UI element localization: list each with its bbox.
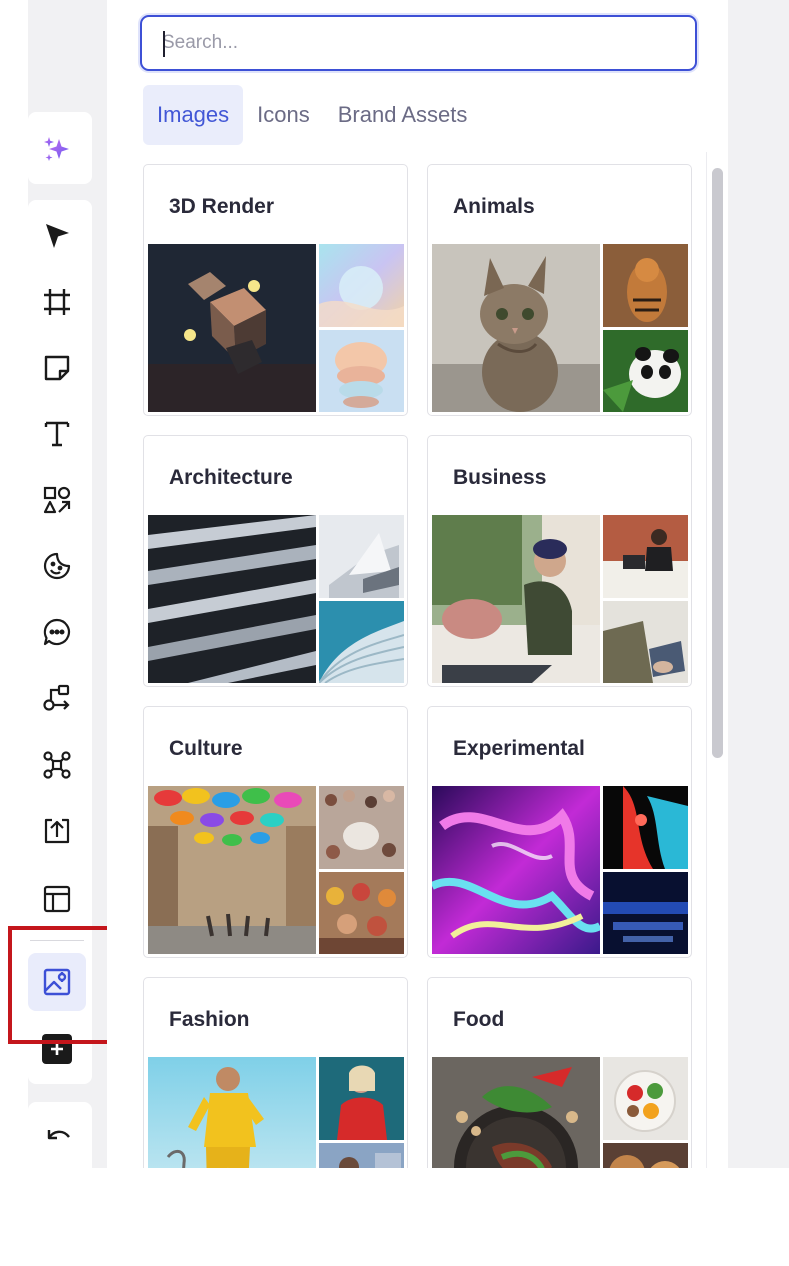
upload-tool-button[interactable]	[28, 802, 86, 860]
sticker-icon	[43, 552, 71, 580]
connector-tool-button[interactable]	[28, 669, 86, 727]
canvas-edge	[0, 0, 28, 1168]
category-title: Animals	[453, 195, 535, 218]
category-thumbnail-main	[148, 515, 316, 683]
add-icon	[42, 1034, 72, 1064]
category-card-culture[interactable]: Culture	[143, 706, 408, 958]
category-thumbnail-bottom	[603, 330, 688, 412]
frame-icon	[44, 289, 70, 315]
category-thumbnail-bottom	[603, 601, 688, 683]
category-title: Culture	[169, 737, 243, 760]
asset-tabs: Images Icons Brand Assets	[143, 85, 481, 145]
frame-tool-button[interactable]	[28, 273, 86, 331]
undo-button[interactable]	[28, 1107, 86, 1165]
category-title: Fashion	[169, 1008, 250, 1031]
mindmap-tool-button[interactable]	[28, 736, 86, 794]
category-thumbnail-top	[603, 786, 688, 869]
category-title: Food	[453, 1008, 505, 1031]
tab-icons[interactable]: Icons	[243, 85, 324, 145]
text-tool-button[interactable]	[28, 405, 86, 463]
category-thumbnail-main	[432, 786, 600, 954]
category-thumbnail-main	[148, 786, 316, 954]
toolbar-divider	[30, 940, 84, 941]
category-thumbnail-bottom	[603, 1143, 688, 1168]
category-title: Architecture	[169, 466, 293, 489]
text-icon	[44, 421, 70, 447]
category-thumbnail-main	[432, 244, 600, 412]
category-thumbnail-main	[148, 1057, 316, 1168]
search-input[interactable]	[162, 32, 695, 54]
shapes-tool-button[interactable]	[28, 471, 86, 529]
add-tool-button[interactable]	[28, 1020, 86, 1078]
templates-tool-button[interactable]	[28, 870, 86, 928]
category-thumbnail-main	[148, 244, 316, 412]
category-card-fashion[interactable]: Fashion	[143, 977, 408, 1168]
category-thumbnail-top	[319, 515, 404, 598]
category-card-3d-render[interactable]: 3D Render	[143, 164, 408, 416]
connector-icon	[43, 684, 70, 711]
comment-tool-button[interactable]	[28, 603, 86, 661]
category-thumbnail-main	[432, 515, 600, 683]
category-title: 3D Render	[169, 195, 275, 218]
category-thumbnail-top	[319, 244, 404, 327]
canvas-background	[728, 0, 789, 1168]
ai-sparkle-icon	[44, 137, 69, 161]
sticker-tool-button[interactable]	[28, 537, 86, 595]
category-thumbnail-top	[319, 786, 404, 869]
category-thumbnail-bottom	[603, 872, 688, 954]
category-thumbnail-bottom	[319, 330, 404, 412]
sticky-note-icon	[44, 355, 70, 381]
category-title: Experimental	[453, 737, 585, 760]
scrollbar-thumb[interactable]	[712, 168, 723, 758]
category-thumbnail-bottom	[319, 872, 404, 954]
image-tool-button[interactable]	[28, 953, 86, 1011]
ai-tool-button[interactable]	[28, 120, 86, 178]
tab-brand-assets[interactable]: Brand Assets	[324, 85, 482, 145]
category-thumbnail-top	[603, 1057, 688, 1140]
shapes-icon	[43, 486, 71, 514]
category-card-food[interactable]: Food	[427, 977, 692, 1168]
templates-icon	[43, 885, 71, 913]
assets-panel: Images Icons Brand Assets 3D Render	[107, 0, 728, 1168]
category-thumbnail-top	[603, 244, 688, 327]
category-thumbnail-bottom	[319, 1143, 404, 1168]
category-thumbnail-bottom	[319, 601, 404, 683]
text-caret	[163, 31, 165, 57]
select-tool-button[interactable]	[28, 207, 86, 265]
image-icon	[43, 968, 71, 996]
category-thumbnail-top	[319, 1057, 404, 1140]
comment-icon	[43, 618, 71, 646]
category-thumbnail-main	[432, 1057, 600, 1168]
category-thumbnail-top	[603, 515, 688, 598]
sticky-note-tool-button[interactable]	[28, 339, 86, 397]
undo-icon	[47, 1130, 70, 1140]
category-card-experimental[interactable]: Experimental	[427, 706, 692, 958]
category-card-architecture[interactable]: Architecture	[143, 435, 408, 687]
category-card-animals[interactable]: Animals	[427, 164, 692, 416]
app-area: Images Icons Brand Assets 3D Render	[0, 0, 789, 1168]
category-grid: 3D Render Animals Architecture Business …	[143, 164, 693, 1168]
select-arrow-icon	[46, 224, 69, 248]
category-card-business[interactable]: Business	[427, 435, 692, 687]
upload-icon	[44, 818, 70, 844]
search-box[interactable]	[140, 15, 697, 71]
mindmap-icon	[43, 751, 71, 779]
tab-images[interactable]: Images	[143, 85, 244, 145]
category-title: Business	[453, 466, 547, 489]
